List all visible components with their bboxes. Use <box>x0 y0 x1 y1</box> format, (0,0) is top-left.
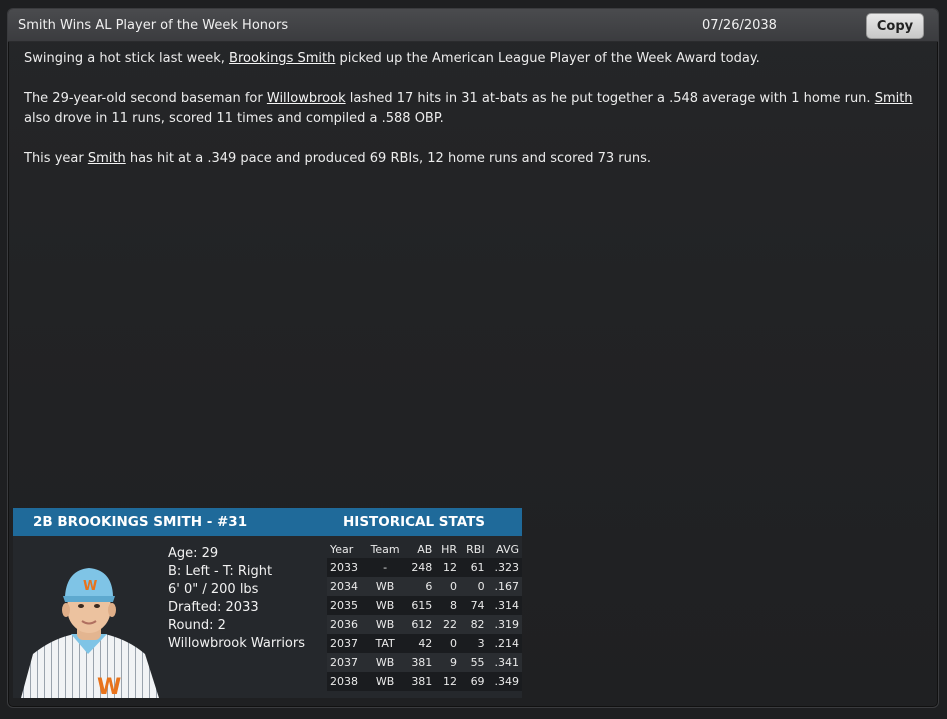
article-paragraph-3: This year Smith has hit at a .349 pace a… <box>24 149 914 169</box>
column-header[interactable]: RBI <box>460 540 488 558</box>
player-height-weight: 6' 0" / 200 lbs <box>168 582 259 597</box>
paragraph-text: The 29-year-old second baseman for <box>24 91 267 106</box>
stat-cell: .341 <box>494 656 520 669</box>
stat-cell: 22 <box>443 618 458 631</box>
article-paragraph-2: The 29-year-old second baseman for Willo… <box>24 89 914 129</box>
stat-cell: WB <box>375 675 395 688</box>
stat-cell: .349 <box>494 675 520 688</box>
stat-cell: 248 <box>411 561 433 574</box>
player-bio: Age: 29 B: Left - T: Right 6' 0" / 200 l… <box>168 545 305 653</box>
player-round: Round: 2 <box>168 618 226 633</box>
paragraph-text: Swinging a hot stick last week, <box>24 51 230 66</box>
stat-cell: 0 <box>477 580 485 593</box>
stat-cell: 42 <box>418 637 433 650</box>
table-row: 2037 TAT 42 0 3 .214 <box>327 634 522 653</box>
player-age: Age: 29 <box>168 546 219 561</box>
article-title: Smith Wins AL Player of the Week Honors <box>18 18 289 33</box>
player-portrait-image: W W <box>21 568 159 698</box>
player-card-title[interactable]: 2B BROOKINGS SMITH - #31 <box>33 514 247 530</box>
stat-cell: .167 <box>494 580 520 593</box>
stat-cell: WB <box>375 618 395 631</box>
column-header[interactable]: Team <box>365 540 405 558</box>
stat-cell: 2033 <box>330 561 358 574</box>
stat-cell: 69 <box>470 675 485 688</box>
table-row: 2034 WB 6 0 0 .167 <box>327 577 522 596</box>
stat-cell: .214 <box>494 637 520 650</box>
stat-cell: 2034 <box>330 580 358 593</box>
table-row: 2033 - 248 12 61 .323 <box>327 558 522 577</box>
table-row: 2035 WB 615 8 74 .314 <box>327 596 522 615</box>
stat-cell: .319 <box>494 618 520 631</box>
player-photo[interactable]: W W <box>13 536 163 698</box>
paragraph-text: has hit at a .349 pace and produced 69 R… <box>125 151 651 166</box>
stats-header-row: Year Team AB HR RBI AVG <box>327 540 522 558</box>
stat-cell: 12 <box>443 561 458 574</box>
table-row: 2038 WB 381 12 69 .349 <box>327 672 522 691</box>
stat-cell: 381 <box>411 675 433 688</box>
stat-cell: 74 <box>470 599 485 612</box>
copy-button[interactable]: Copy <box>866 13 924 39</box>
player-card-header: 2B BROOKINGS SMITH - #31 HISTORICAL STAT… <box>13 508 522 536</box>
article-header-bar: Smith Wins AL Player of the Week Honors … <box>8 9 938 42</box>
stat-cell: 381 <box>411 656 433 669</box>
stat-cell: 615 <box>411 599 433 612</box>
stat-cell: 612 <box>411 618 433 631</box>
news-article-window: Smith Wins AL Player of the Week Honors … <box>7 8 939 708</box>
stat-cell: 55 <box>470 656 485 669</box>
stat-cell: .323 <box>494 561 520 574</box>
stat-cell: - <box>383 561 388 574</box>
stat-cell: 8 <box>450 599 458 612</box>
team-link-willowbrook[interactable]: Willowbrook <box>267 91 346 106</box>
article-paragraph-1: Swinging a hot stick last week, Brooking… <box>24 49 914 69</box>
paragraph-text: lashed 17 hits in 31 at-bats as he put t… <box>345 91 875 106</box>
column-header[interactable]: AVG <box>488 540 522 558</box>
stat-cell: 2036 <box>330 618 358 631</box>
stat-cell: WB <box>375 580 395 593</box>
stat-cell: TAT <box>375 637 395 650</box>
historical-stats-table: Year Team AB HR RBI AVG 2033 - 248 12 61… <box>327 540 522 691</box>
player-drafted: Drafted: 2033 <box>168 600 259 615</box>
svg-text:W: W <box>97 675 121 698</box>
stat-cell: 61 <box>470 561 485 574</box>
stat-cell: 2035 <box>330 599 358 612</box>
stat-cell: 9 <box>450 656 458 669</box>
paragraph-text: picked up the American League Player of … <box>335 51 760 66</box>
stat-cell: 0 <box>450 580 458 593</box>
stat-cell: .314 <box>494 599 520 612</box>
column-header[interactable]: Year <box>327 540 365 558</box>
stat-cell: 12 <box>443 675 458 688</box>
historical-stats-title: HISTORICAL STATS <box>343 514 486 530</box>
stat-cell: 6 <box>425 580 433 593</box>
paragraph-text: also drove in 11 runs, scored 11 times a… <box>24 111 444 126</box>
table-row: 2036 WB 612 22 82 .319 <box>327 615 522 634</box>
stat-cell: 3 <box>477 637 485 650</box>
article-body: Swinging a hot stick last week, Brooking… <box>24 49 914 189</box>
stat-cell: 0 <box>450 637 458 650</box>
stat-cell: WB <box>375 599 395 612</box>
stat-cell: WB <box>375 656 395 669</box>
svg-text:W: W <box>83 579 97 594</box>
stat-cell: 82 <box>470 618 485 631</box>
stat-cell: 2037 <box>330 656 358 669</box>
column-header[interactable]: HR <box>435 540 460 558</box>
player-card: 2B BROOKINGS SMITH - #31 HISTORICAL STAT… <box>13 508 522 698</box>
stat-cell: 2038 <box>330 675 358 688</box>
column-header[interactable]: AB <box>405 540 435 558</box>
player-link-brookings-smith[interactable]: Brookings Smith <box>229 51 335 66</box>
player-link-smith[interactable]: Smith <box>875 91 913 106</box>
player-team[interactable]: Willowbrook Warriors <box>168 635 305 653</box>
article-date: 07/26/2038 <box>702 18 777 33</box>
player-bats-throws: B: Left - T: Right <box>168 564 273 579</box>
table-row: 2037 WB 381 9 55 .341 <box>327 653 522 672</box>
stat-cell: 2037 <box>330 637 358 650</box>
paragraph-text: This year <box>24 151 88 166</box>
player-link-smith[interactable]: Smith <box>88 151 126 166</box>
